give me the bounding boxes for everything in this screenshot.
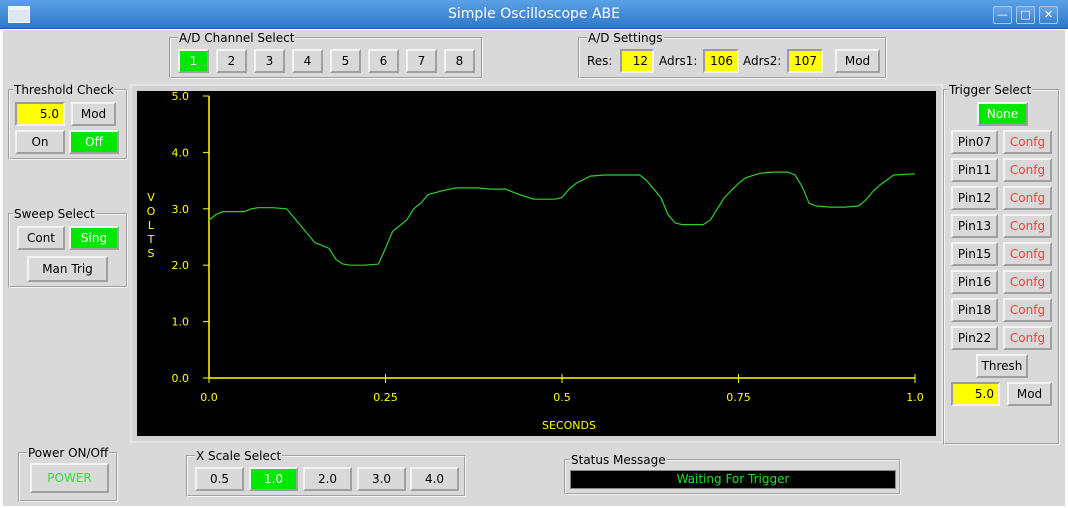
threshold-mod-button[interactable]: Mod xyxy=(71,102,116,126)
trigger-pin-button-pin12[interactable]: Pin12 xyxy=(951,186,998,210)
x-tick-label: 0.25 xyxy=(373,391,398,404)
threshold-check-group: Threshold Check 5.0 Mod On Off xyxy=(8,83,128,160)
trigger-config-button-pin18[interactable]: Confg xyxy=(1003,298,1052,322)
adrs2-field[interactable]: 107 xyxy=(787,49,823,73)
trigger-config-button-pin16[interactable]: Confg xyxy=(1003,270,1052,294)
x-scale-button-4-0[interactable]: 4.0 xyxy=(410,467,459,491)
power-button[interactable]: POWER xyxy=(30,463,109,493)
trigger-pin-button-pin18[interactable]: Pin18 xyxy=(951,298,998,322)
sweep-sing-button[interactable]: Sing xyxy=(69,226,119,250)
chart-background xyxy=(137,91,936,436)
channel-button-3[interactable]: 3 xyxy=(254,49,285,73)
trigger-pin-button-pin11[interactable]: Pin11 xyxy=(951,158,998,182)
x-tick-label: 1.0 xyxy=(906,391,924,404)
x-scale-group: X Scale Select 0.5 1.0 2.0 3.0 4.0 xyxy=(186,449,466,497)
power-legend: Power ON/Off xyxy=(27,446,110,460)
x-tick-label: 0.5 xyxy=(553,391,571,404)
channel-button-1[interactable]: 1 xyxy=(178,49,209,73)
trigger-select-group: Trigger Select None Pin07 Confg Pin11 Confg… xyxy=(943,83,1060,445)
ad-settings-group: A/D Settings Res: 12 Adrs1: 106 Adrs2: 1… xyxy=(578,31,887,79)
trigger-config-button-pin15[interactable]: Confg xyxy=(1003,242,1052,266)
threshold-value-field[interactable]: 5.0 xyxy=(15,102,65,126)
oscilloscope-display: 0.0 1.0 2.0 3.0 4.0 5.0 0.0 0.25 0.5 0.75 1.0 SECO… xyxy=(130,84,943,443)
channel-button-7[interactable]: 7 xyxy=(406,49,437,73)
x-tick-label: 0.0 xyxy=(200,391,218,404)
trigger-config-button-pin12[interactable]: Confg xyxy=(1003,186,1052,210)
channel-button-6[interactable]: 6 xyxy=(368,49,399,73)
trigger-pin-button-pin07[interactable]: Pin07 xyxy=(951,130,998,154)
sweep-select-legend: Sweep Select xyxy=(13,207,96,221)
res-label: Res: xyxy=(587,54,613,68)
threshold-check-legend: Threshold Check xyxy=(13,83,115,97)
close-button[interactable]: ✕ xyxy=(1039,6,1058,24)
channel-button-5[interactable]: 5 xyxy=(330,49,361,73)
window-title: Simple Oscilloscope ABE xyxy=(447,6,621,22)
status-message: Waiting For Trigger xyxy=(570,470,896,489)
trigger-pin-button-pin15[interactable]: Pin15 xyxy=(951,242,998,266)
trigger-none-button[interactable]: None xyxy=(977,102,1028,126)
trigger-mod-button[interactable]: Mod xyxy=(1007,382,1052,406)
trigger-value-field[interactable]: 5.0 xyxy=(951,382,1000,406)
trigger-thresh-button[interactable]: Thresh xyxy=(976,354,1028,378)
trigger-pin-button-pin16[interactable]: Pin16 xyxy=(951,270,998,294)
x-scale-button-2-0[interactable]: 2.0 xyxy=(303,467,352,491)
sweep-cont-button[interactable]: Cont xyxy=(17,226,65,250)
man-trig-button[interactable]: Man Trig xyxy=(27,256,108,282)
x-tick-label: 0.75 xyxy=(726,391,751,404)
y-tick-label: 1.0 xyxy=(172,316,190,329)
x-scale-button-0-5[interactable]: 0.5 xyxy=(195,467,244,491)
channel-button-4[interactable]: 4 xyxy=(292,49,323,73)
channel-select-group: A/D Channel Select 1 2 3 4 5 6 7 8 xyxy=(169,31,483,79)
x-scale-button-3-0[interactable]: 3.0 xyxy=(357,467,406,491)
trigger-config-button-pin11[interactable]: Confg xyxy=(1003,158,1052,182)
ad-settings-mod-button[interactable]: Mod xyxy=(835,49,880,73)
y-tick-label: 0.0 xyxy=(172,372,190,385)
trigger-pin-button-pin13[interactable]: Pin13 xyxy=(951,214,998,238)
trigger-config-button-pin13[interactable]: Confg xyxy=(1003,214,1052,238)
sweep-select-group: Sweep Select Cont Sing Man Trig xyxy=(8,207,128,288)
minimize-button[interactable]: — xyxy=(993,6,1012,24)
x-axis-label: SECONDS xyxy=(542,419,596,432)
y-tick-label: 4.0 xyxy=(172,146,190,159)
y-tick-label: 2.0 xyxy=(172,259,190,272)
x-scale-legend: X Scale Select xyxy=(195,449,283,463)
threshold-on-button[interactable]: On xyxy=(15,130,65,154)
trigger-config-button-pin22[interactable]: Confg xyxy=(1003,326,1052,350)
status-legend: Status Message xyxy=(570,453,667,467)
trigger-config-button-pin07[interactable]: Confg xyxy=(1003,130,1052,154)
channel-button-8[interactable]: 8 xyxy=(444,49,475,73)
main-window: A/D Channel Select 1 2 3 4 5 6 7 8 A/D S… xyxy=(3,30,1065,506)
trigger-pin-button-pin22[interactable]: Pin22 xyxy=(951,326,998,350)
oscilloscope-chart: 0.0 1.0 2.0 3.0 4.0 5.0 0.0 0.25 0.5 0.75 1.0 SECO… xyxy=(137,91,936,436)
adrs1-field[interactable]: 106 xyxy=(703,49,739,73)
x-scale-button-1-0[interactable]: 1.0 xyxy=(249,467,298,491)
channel-select-legend: A/D Channel Select xyxy=(178,31,296,45)
threshold-off-button[interactable]: Off xyxy=(69,130,119,154)
res-field[interactable]: 12 xyxy=(620,49,654,73)
y-tick-label: 5.0 xyxy=(172,91,190,103)
channel-button-2[interactable]: 2 xyxy=(216,49,247,73)
y-tick-label: 3.0 xyxy=(172,203,190,216)
title-bar: Simple Oscilloscope ABE — □ ✕ xyxy=(0,0,1068,29)
trigger-select-legend: Trigger Select xyxy=(948,83,1033,97)
maximize-button[interactable]: □ xyxy=(1016,6,1035,24)
adrs2-label: Adrs2: xyxy=(743,54,782,68)
adrs1-label: Adrs1: xyxy=(659,54,698,68)
ad-settings-legend: A/D Settings xyxy=(587,31,664,45)
